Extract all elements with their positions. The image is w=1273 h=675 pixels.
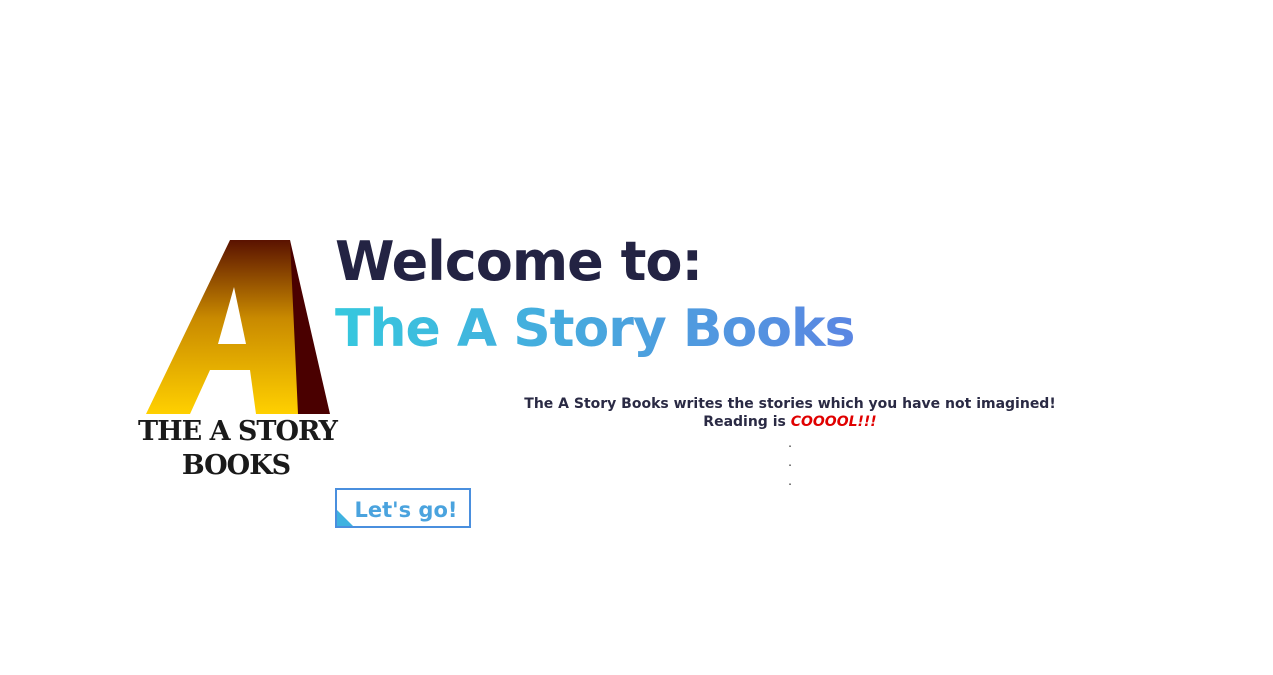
dot: . [788, 436, 792, 450]
brand-logo: THE A STORY BOOKS [138, 232, 338, 482]
ellipsis-dots: . . . [770, 434, 810, 491]
letter-a-logo-icon [146, 240, 330, 414]
logo-text-line1: THE A STORY [138, 416, 338, 447]
tagline: The A Story Books writes the stories whi… [490, 395, 1090, 431]
logo-text-line2: BOOKS [181, 450, 291, 481]
tagline-line2: Reading is COOOOL!!! [490, 413, 1090, 431]
dot: . [788, 455, 792, 469]
tagline-line1: The A Story Books writes the stories whi… [524, 396, 1056, 412]
lets-go-button[interactable]: Let's go! [335, 488, 471, 528]
welcome-heading: Welcome to: [335, 230, 703, 293]
tagline-prefix: Reading is [703, 414, 791, 430]
dot: . [788, 474, 792, 488]
landing-page: THE A STORY BOOKS Welcome to: The A Stor… [0, 0, 1273, 675]
brand-title: The A Story Books [335, 299, 856, 359]
lets-go-label: Let's go! [354, 498, 458, 522]
tagline-emphasis: COOOOL!!! [790, 414, 877, 430]
